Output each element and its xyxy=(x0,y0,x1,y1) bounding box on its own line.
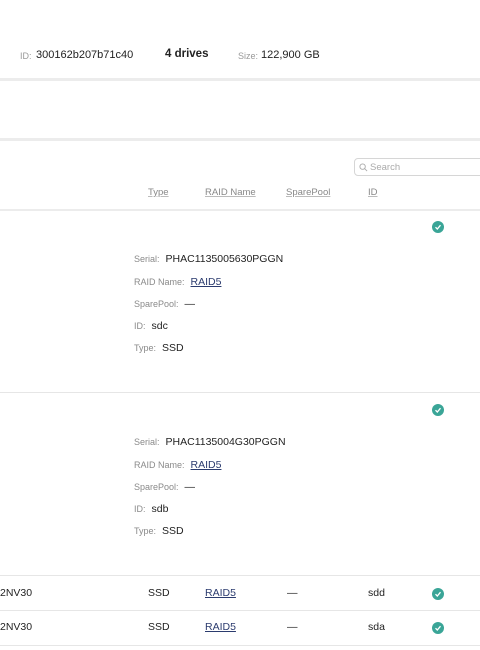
check-circle-icon xyxy=(432,622,444,634)
column-header-raid-name[interactable]: RAID Name xyxy=(205,187,256,198)
column-header-sparepool[interactable]: SparePool xyxy=(286,187,330,198)
row-divider xyxy=(0,575,480,576)
size-label: Size: xyxy=(238,51,259,61)
drive-type: SSD xyxy=(148,621,170,633)
detail-id: ID: sdb xyxy=(134,503,169,515)
pool-id: 300162b207b71c40 xyxy=(36,49,134,61)
section-divider xyxy=(0,78,480,81)
check-circle-icon xyxy=(432,588,444,600)
raid-link[interactable]: RAID5 xyxy=(191,459,222,471)
raid-link[interactable]: RAID5 xyxy=(191,276,222,288)
column-header-type[interactable]: Type xyxy=(148,187,169,198)
drive-id: sdd xyxy=(368,587,385,599)
search-input[interactable] xyxy=(370,161,480,173)
detail-serial: Serial: PHAC1135005630PGGN xyxy=(134,253,284,265)
drive-count: 4 drives xyxy=(165,48,209,60)
row-divider xyxy=(0,392,480,393)
section-divider xyxy=(0,138,480,141)
drive-type: SSD xyxy=(148,587,170,599)
drive-name: 2NV30 xyxy=(0,587,33,599)
row-divider xyxy=(0,610,480,611)
id-label: ID: xyxy=(20,51,32,61)
detail-raid-name: RAID Name: RAID5 xyxy=(134,276,222,288)
table-header-divider xyxy=(0,209,480,211)
table-row[interactable]: 2NV30 SSD RAID5 — sdd xyxy=(0,578,480,608)
detail-sparepool: SparePool: — xyxy=(134,298,196,310)
row-divider xyxy=(0,645,480,646)
drive-id: sda xyxy=(368,621,385,633)
raid-link[interactable]: RAID5 xyxy=(205,621,236,633)
drive-name: 2NV30 xyxy=(0,621,33,633)
pool-size: 122,900 GB xyxy=(261,49,320,61)
drive-sparepool: — xyxy=(287,621,298,633)
search-box[interactable] xyxy=(354,158,480,176)
detail-serial: Serial: PHAC1135004G30PGGN xyxy=(134,436,286,448)
drive-sparepool: — xyxy=(287,587,298,599)
column-header-id[interactable]: ID xyxy=(368,187,378,198)
search-icon xyxy=(359,162,368,171)
check-circle-icon xyxy=(432,404,444,416)
pool-summary: ID: 300162b207b71c40 4 drives Size: 122,… xyxy=(0,48,480,66)
detail-type: Type: SSD xyxy=(134,342,184,354)
detail-raid-name: RAID Name: RAID5 xyxy=(134,459,222,471)
raid-link[interactable]: RAID5 xyxy=(205,587,236,599)
check-circle-icon xyxy=(432,221,444,233)
table-row[interactable]: 2NV30 SSD RAID5 — sda xyxy=(0,612,480,642)
detail-type: Type: SSD xyxy=(134,525,184,537)
detail-sparepool: SparePool: — xyxy=(134,481,196,493)
detail-id: ID: sdc xyxy=(134,320,168,332)
